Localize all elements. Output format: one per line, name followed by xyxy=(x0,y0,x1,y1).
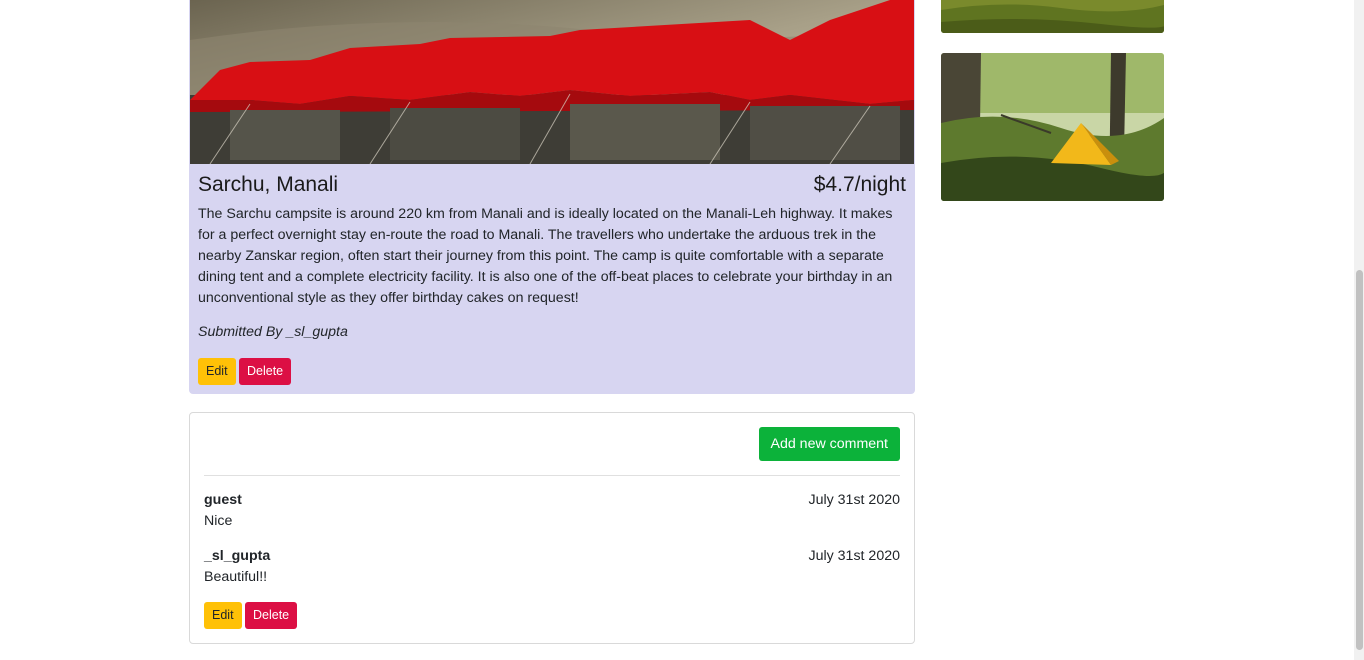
add-comment-button[interactable]: Add new comment xyxy=(758,427,900,461)
campground-title: Sarchu, Manali xyxy=(198,173,339,196)
edit-campground-button[interactable]: Edit xyxy=(198,358,236,385)
delete-comment-button[interactable]: Delete xyxy=(245,602,298,629)
campground-price: $4.7/night xyxy=(813,173,906,196)
comment-author: _sl_gupta xyxy=(204,548,271,564)
comments-card: Add new comment guest July 31st 2020 Nic… xyxy=(189,412,915,644)
delete-campground-button[interactable]: Delete xyxy=(239,358,292,385)
campground-photo xyxy=(190,0,914,164)
comment-date: July 31st 2020 xyxy=(808,548,901,564)
sidebar-campground-photo[interactable] xyxy=(941,0,1164,33)
comments-divider xyxy=(204,475,900,476)
edit-comment-button[interactable]: Edit xyxy=(204,602,242,629)
comment-text: Nice xyxy=(204,513,233,529)
campground-description: The Sarchu campsite is around 220 km fro… xyxy=(198,206,893,306)
sidebar-campground-photo[interactable] xyxy=(941,53,1164,201)
page-scrollbar-thumb[interactable] xyxy=(1356,270,1363,650)
comment-text: Beautiful!! xyxy=(204,569,268,585)
comment-date: July 31st 2020 xyxy=(808,492,901,508)
campground-card: Sarchu, Manali $4.7/night The Sarchu cam… xyxy=(189,0,915,394)
comment-author: guest xyxy=(204,492,242,508)
submitted-by: Submitted By _sl_gupta xyxy=(198,324,348,340)
